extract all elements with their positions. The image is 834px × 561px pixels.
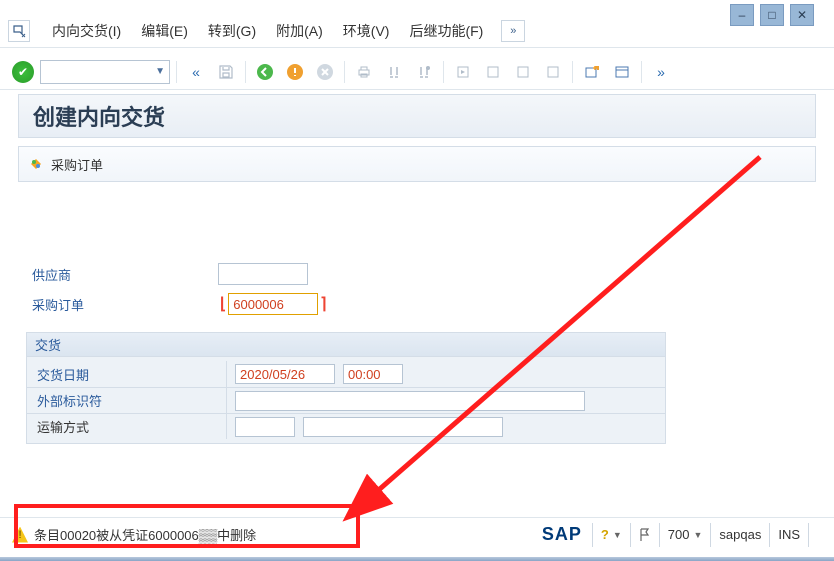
back-button[interactable]: «: [183, 59, 209, 85]
form-area: 供应商 采购订单 ⌊ ⌉: [18, 200, 816, 320]
bottom-border: [0, 557, 834, 561]
sap-logo: SAP: [542, 524, 582, 545]
po-row: 采购订单 ⌊ ⌉: [18, 290, 816, 318]
nav-exit-button[interactable]: [282, 59, 308, 85]
transport-row: 运输方式: [27, 413, 665, 439]
supplier-input[interactable]: [218, 263, 308, 285]
toolbar-separator: [641, 61, 642, 83]
layout-button[interactable]: [609, 59, 635, 85]
supplier-row: 供应商: [18, 260, 816, 288]
toolbar-separator: [176, 61, 177, 83]
chevron-down-icon: ▼: [613, 530, 622, 540]
po-label: 采购订单: [18, 295, 218, 314]
toolbar-separator: [245, 61, 246, 83]
menu-leading-icon[interactable]: [8, 20, 30, 42]
window-min-button[interactable]: –: [730, 4, 754, 26]
cancel-button: [312, 59, 338, 85]
page-title: 创建内向交货: [33, 100, 165, 132]
menu-inbound-delivery[interactable]: 内向交货(I): [42, 17, 131, 45]
status-mode[interactable]: INS: [769, 523, 808, 547]
last-page-button: [540, 59, 566, 85]
sub-bar-label: 采购订单: [51, 155, 103, 174]
next-page-button: [510, 59, 536, 85]
print-button: [351, 59, 377, 85]
status-client-text: 700: [668, 527, 690, 542]
ext-id-input[interactable]: [235, 391, 585, 411]
delivery-date-row: 交货日期 2020/05/26 00:00: [27, 361, 665, 387]
command-field[interactable]: ▼: [40, 60, 170, 84]
status-flag[interactable]: [630, 523, 659, 547]
save-button: [213, 59, 239, 85]
transport-input-2[interactable]: [303, 417, 503, 437]
window-max-button[interactable]: □: [760, 4, 784, 26]
toolbar-separator: [572, 61, 573, 83]
delivery-group-header: 交货: [27, 333, 665, 357]
window-controls: – □ ✕: [730, 4, 814, 26]
menu-edit[interactable]: 编辑(E): [131, 17, 198, 45]
ext-id-label: 外部标识符: [27, 388, 227, 413]
ext-id-row: 外部标识符: [27, 387, 665, 413]
chevron-down-icon: ▼: [155, 66, 165, 77]
menu-environment[interactable]: 环境(V): [333, 17, 400, 45]
toolbar-separator: [344, 61, 345, 83]
transport-input-1[interactable]: [235, 417, 295, 437]
chevron-down-icon: ▼: [693, 530, 702, 540]
bracket-left-icon: ⌊: [220, 294, 226, 314]
bracket-right-icon: ⌉: [320, 294, 326, 314]
menu-expand-button[interactable]: »: [501, 20, 525, 42]
checkmark-icon: [12, 61, 34, 83]
status-bar: ! 条目00020被从凭证6000006▒▒中删除 SAP ? ▼ 700 ▼ …: [0, 517, 834, 551]
status-message-text: 条目00020被从凭证6000006▒▒中删除: [34, 525, 256, 544]
nav-back-button[interactable]: [252, 59, 278, 85]
status-message[interactable]: ! 条目00020被从凭证6000006▒▒中删除: [6, 523, 262, 546]
help-icon: ?: [601, 527, 609, 542]
status-tail: [808, 523, 828, 547]
transport-label: 运输方式: [27, 414, 227, 439]
toolbar-separator: [443, 61, 444, 83]
prev-page-button: [480, 59, 506, 85]
status-system[interactable]: sapqas: [710, 523, 769, 547]
po-icon: [27, 155, 45, 173]
find-button: [381, 59, 407, 85]
status-client[interactable]: 700 ▼: [659, 523, 711, 547]
menu-bar: 内向交货(I) 编辑(E) 转到(G) 附加(A) 环境(V) 后继功能(F) …: [0, 14, 834, 48]
page-title-bar: 创建内向交货: [18, 94, 816, 138]
delivery-time-input[interactable]: 00:00: [343, 364, 403, 384]
menu-extras[interactable]: 附加(A): [266, 17, 333, 45]
delivery-group: 交货 交货日期 2020/05/26 00:00 外部标识符 运输方式: [26, 332, 666, 444]
toolbar: ▼ « »: [0, 54, 834, 90]
first-page-button: [450, 59, 476, 85]
new-session-button[interactable]: [579, 59, 605, 85]
toolbar-expand-button[interactable]: »: [648, 59, 674, 85]
po-input[interactable]: [228, 293, 318, 315]
delivery-date-label: 交货日期: [27, 361, 227, 387]
supplier-label: 供应商: [18, 265, 218, 284]
menu-subsequent[interactable]: 后继功能(F): [399, 17, 493, 45]
find-next-button: [411, 59, 437, 85]
window-close-button[interactable]: ✕: [790, 4, 814, 26]
flag-icon: [639, 528, 651, 542]
menu-goto[interactable]: 转到(G): [198, 17, 266, 45]
warning-icon: !: [12, 527, 28, 543]
accept-button[interactable]: [10, 59, 36, 85]
sub-bar: 采购订单: [18, 146, 816, 182]
status-help[interactable]: ? ▼: [592, 523, 630, 547]
delivery-date-input[interactable]: 2020/05/26: [235, 364, 335, 384]
